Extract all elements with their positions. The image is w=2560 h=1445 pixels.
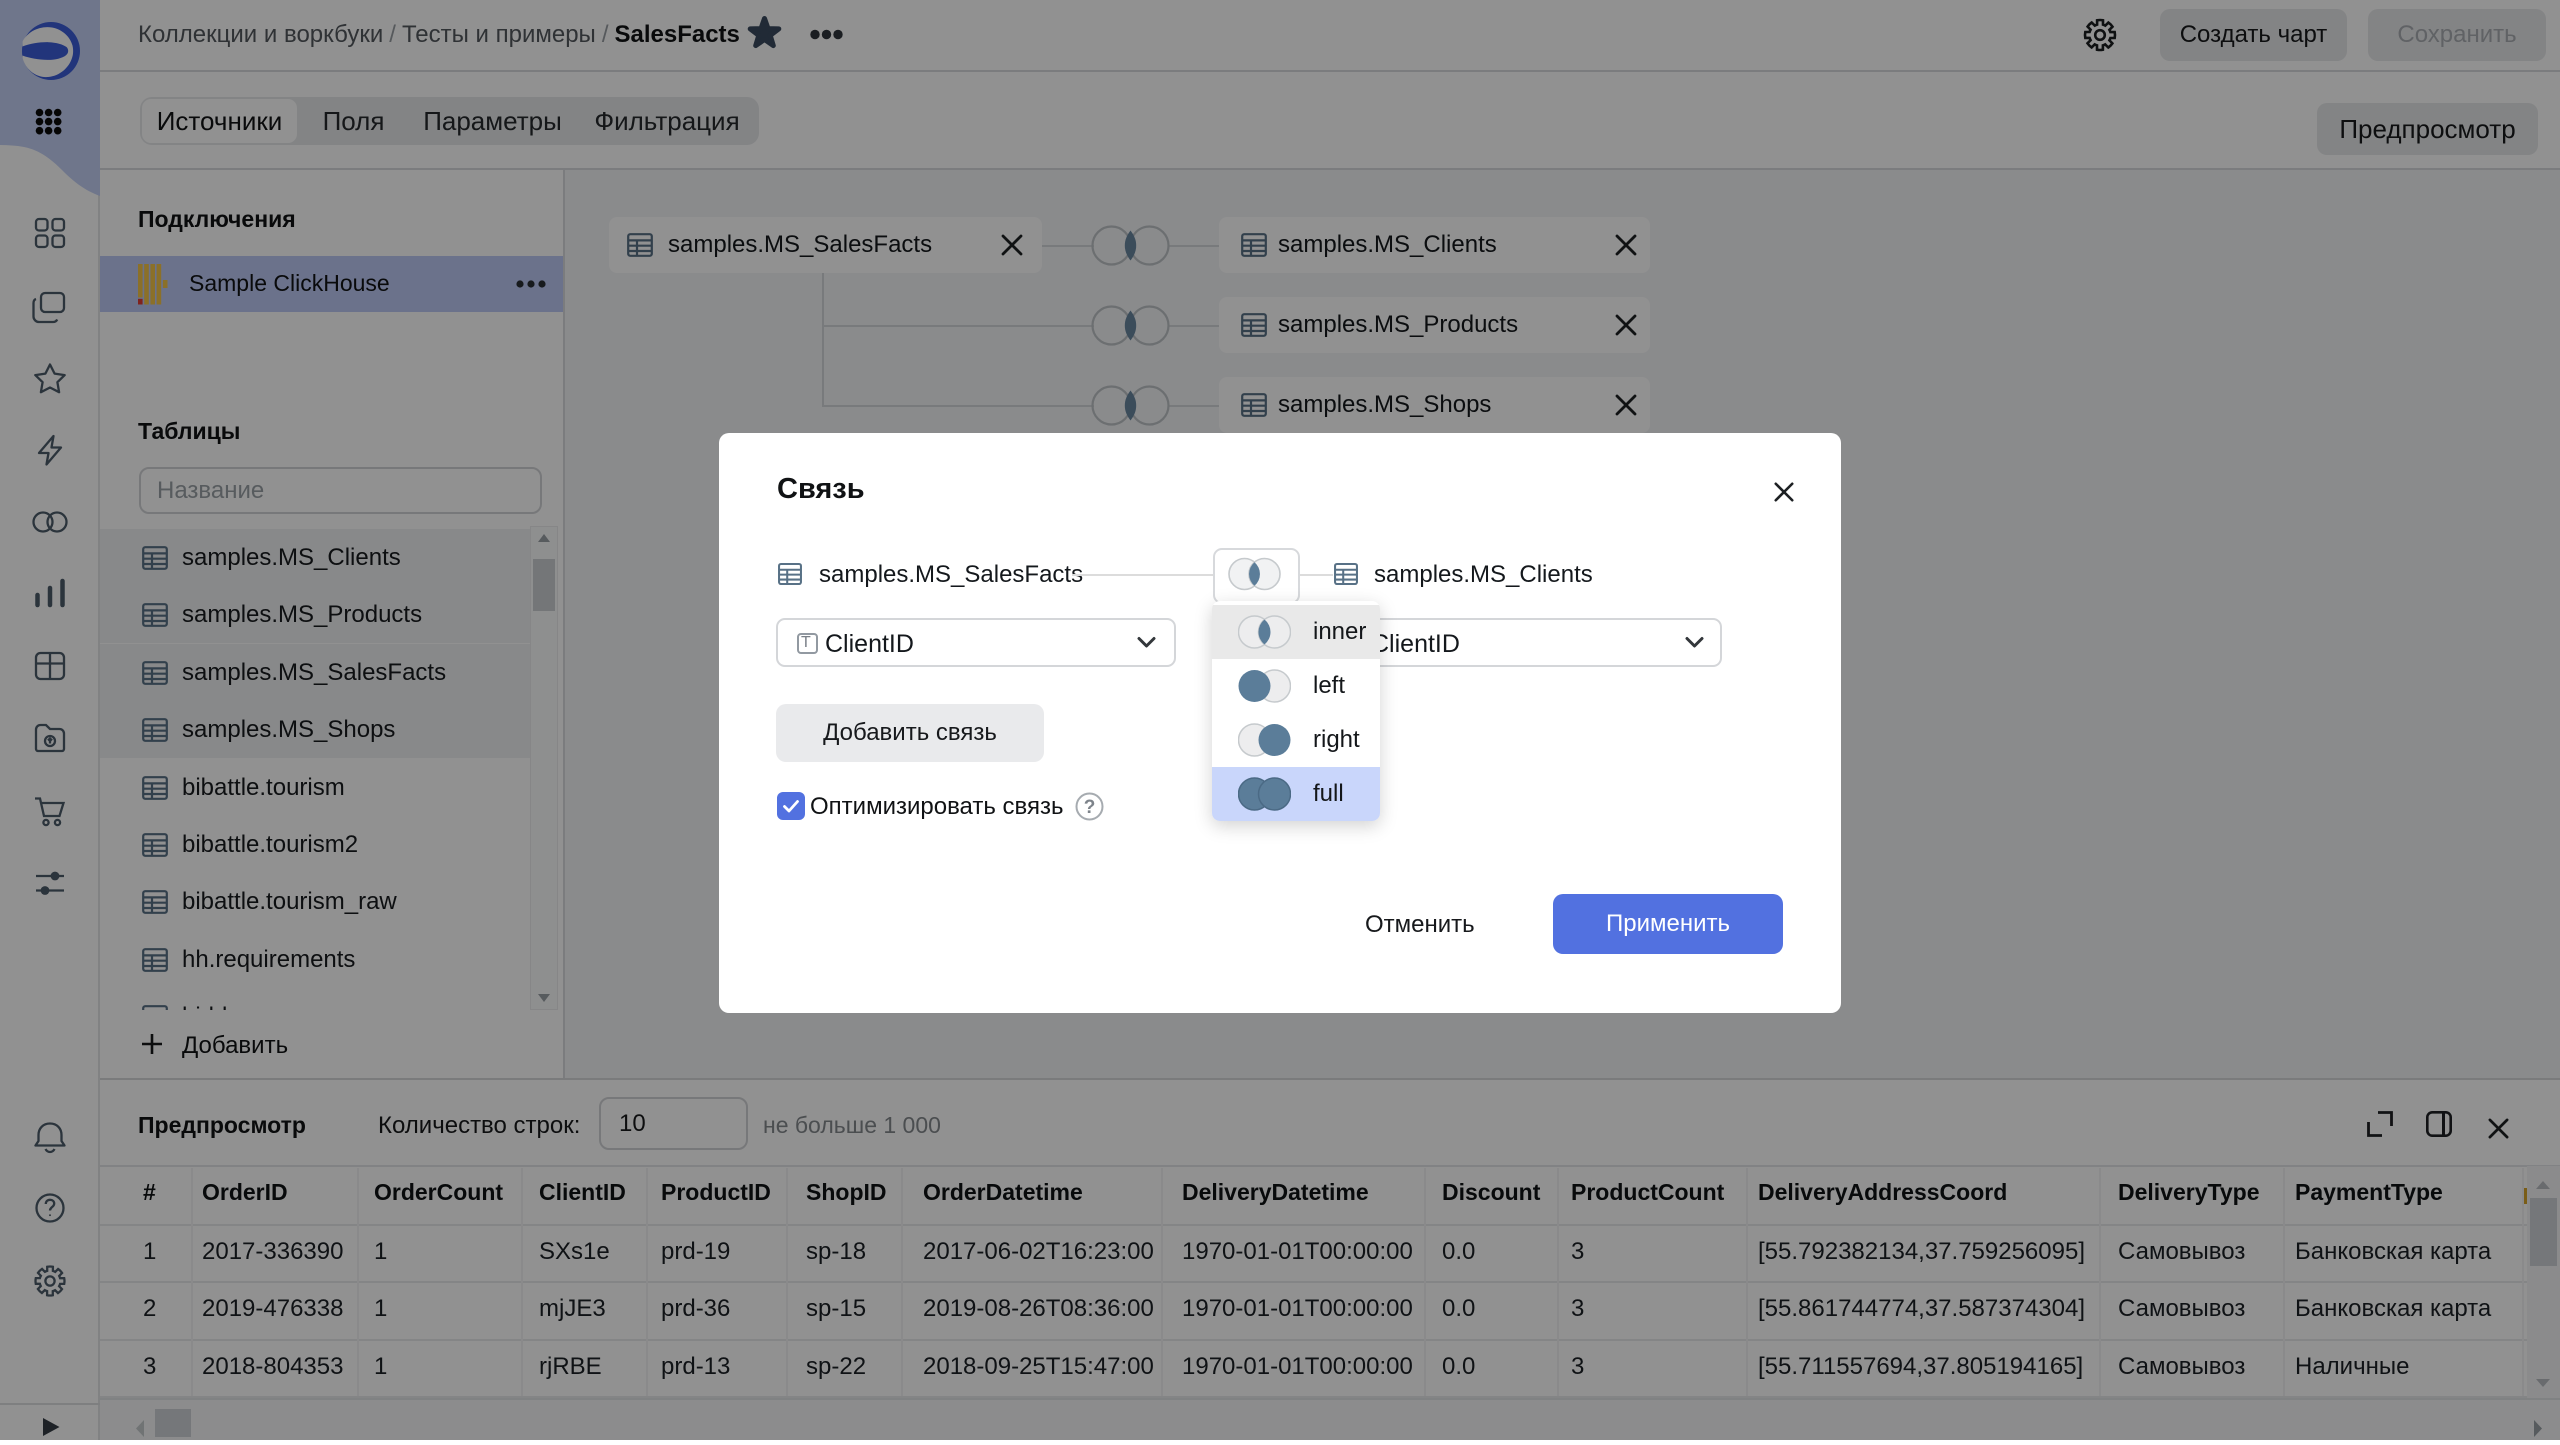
svg-text:?: ? <box>1084 797 1096 818</box>
